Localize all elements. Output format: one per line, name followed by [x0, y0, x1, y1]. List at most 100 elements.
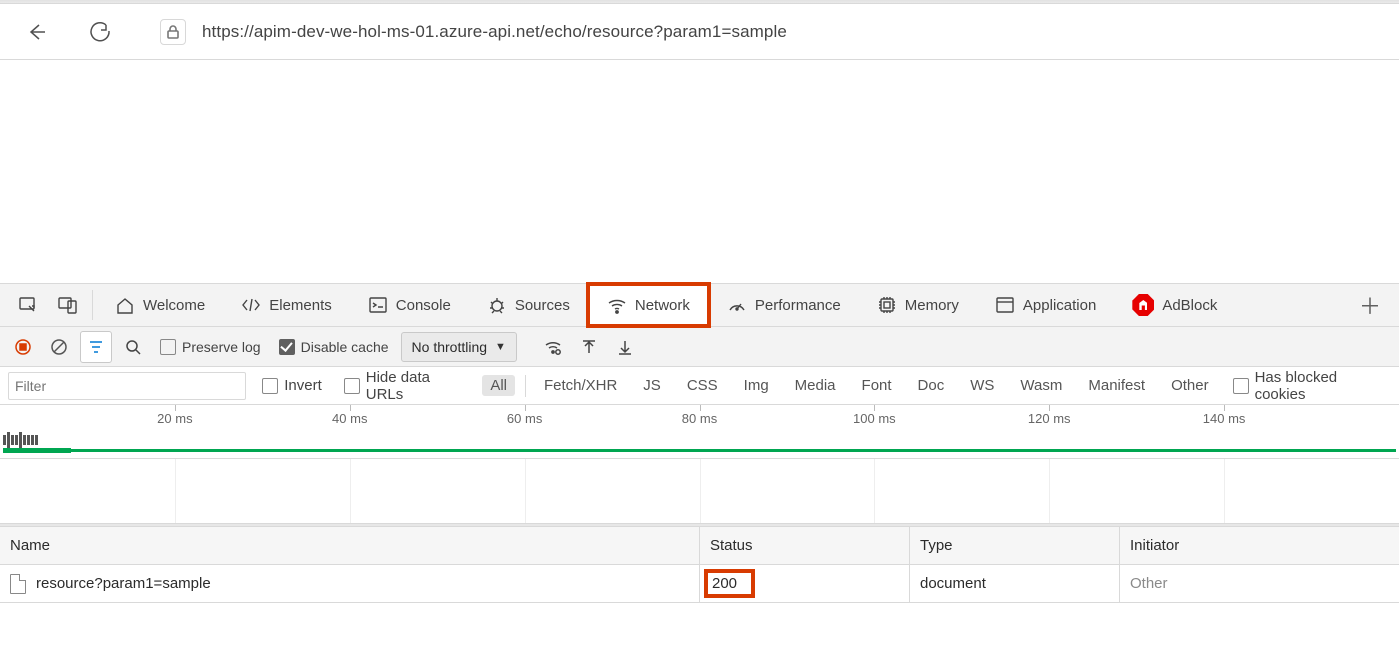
tick-label: 100 ms [853, 411, 896, 426]
search-button[interactable] [118, 331, 148, 363]
status-value: 200 [704, 569, 755, 598]
preserve-log-checkbox[interactable]: Preserve log [154, 331, 267, 363]
col-header-name[interactable]: Name [0, 527, 700, 564]
download-har-button[interactable] [610, 331, 640, 363]
url-text: https://apim-dev-we-hol-ms-01.azure-api.… [202, 22, 787, 42]
checkbox-icon [1233, 378, 1249, 394]
refresh-icon [89, 21, 111, 43]
filter-type-fetchxhr[interactable]: Fetch/XHR [536, 375, 625, 396]
tab-label: Memory [905, 297, 959, 314]
address-bar[interactable]: https://apim-dev-we-hol-ms-01.azure-api.… [146, 12, 1381, 52]
wifi-gear-icon [544, 338, 562, 356]
filter-type-manifest[interactable]: Manifest [1080, 375, 1153, 396]
tick-label: 40 ms [332, 411, 367, 426]
checkbox-label: Hide data URLs [366, 369, 467, 403]
checkbox-label: Invert [284, 377, 322, 394]
separator [92, 290, 93, 320]
search-icon [124, 338, 142, 356]
col-header-type[interactable]: Type [910, 527, 1120, 564]
filter-type-doc[interactable]: Doc [910, 375, 953, 396]
filter-type-js[interactable]: JS [635, 375, 669, 396]
cell-initiator: Other [1120, 565, 1399, 602]
clear-button[interactable] [44, 331, 74, 363]
invert-checkbox[interactable]: Invert [256, 370, 328, 402]
requests-table: Name Status Type Initiator resource?para… [0, 527, 1399, 603]
filter-type-font[interactable]: Font [854, 375, 900, 396]
filter-type-ws[interactable]: WS [962, 375, 1002, 396]
type-value: document [920, 575, 986, 592]
console-icon [368, 295, 388, 315]
tab-welcome[interactable]: Welcome [97, 284, 223, 326]
tab-label: Console [396, 297, 451, 314]
tab-sources[interactable]: Sources [469, 284, 588, 326]
col-header-initiator[interactable]: Initiator [1120, 527, 1399, 564]
filter-input[interactable] [8, 372, 246, 400]
home-icon [115, 295, 135, 315]
network-toolbar: Preserve log Disable cache No throttling… [0, 327, 1399, 367]
tab-memory[interactable]: Memory [859, 284, 977, 326]
clear-icon [50, 338, 68, 356]
tab-console[interactable]: Console [350, 284, 469, 326]
arrow-up-icon [580, 338, 598, 356]
refresh-button[interactable] [82, 14, 118, 50]
more-tabs-button[interactable]: ＋ [1349, 284, 1391, 326]
tick-label: 120 ms [1028, 411, 1071, 426]
checkbox-icon [262, 378, 278, 394]
document-icon [10, 574, 26, 594]
tab-label: Welcome [143, 297, 205, 314]
devices-icon [58, 295, 78, 315]
gauge-icon [727, 295, 747, 315]
checkbox-label: Disable cache [301, 339, 389, 355]
device-toggle-button[interactable] [48, 284, 88, 326]
filter-type-css[interactable]: CSS [679, 375, 726, 396]
throttling-label: No throttling [412, 339, 487, 355]
timeline-activity [3, 435, 39, 445]
tab-label: Sources [515, 297, 570, 314]
tab-performance[interactable]: Performance [709, 284, 859, 326]
filter-toggle-button[interactable] [80, 331, 112, 363]
code-icon [241, 295, 261, 315]
tick-label: 140 ms [1203, 411, 1246, 426]
filter-type-media[interactable]: Media [787, 375, 844, 396]
adblock-icon [1132, 294, 1154, 316]
chip-icon [877, 295, 897, 315]
back-button[interactable] [18, 14, 54, 50]
tab-network[interactable]: Network [588, 284, 709, 326]
record-button[interactable] [8, 331, 38, 363]
filter-type-wasm[interactable]: Wasm [1012, 375, 1070, 396]
table-row[interactable]: resource?param1=sample 200 document Othe… [0, 565, 1399, 603]
filter-type-all[interactable]: All [482, 375, 515, 396]
tab-label: Application [1023, 297, 1096, 314]
tab-elements[interactable]: Elements [223, 284, 350, 326]
disable-cache-checkbox[interactable]: Disable cache [273, 331, 395, 363]
filter-icon [87, 338, 105, 356]
network-filters-bar: Invert Hide data URLs All Fetch/XHR JS C… [0, 367, 1399, 405]
tab-application[interactable]: Application [977, 284, 1114, 326]
cell-name: resource?param1=sample [0, 565, 700, 602]
checkbox-icon [344, 378, 360, 394]
upload-har-button[interactable] [574, 331, 604, 363]
devtools-tab-bar: Welcome Elements Console Sources Network… [0, 283, 1399, 327]
timeline-body [0, 431, 1399, 459]
tab-label: AdBlock [1162, 297, 1217, 314]
record-icon [14, 338, 32, 356]
window-icon [995, 295, 1015, 315]
tab-adblock[interactable]: AdBlock [1114, 284, 1235, 326]
filter-type-other[interactable]: Other [1163, 375, 1217, 396]
tab-label: Performance [755, 297, 841, 314]
tick-label: 80 ms [682, 411, 717, 426]
has-blocked-cookies-checkbox[interactable]: Has blocked cookies [1227, 370, 1391, 402]
filter-type-img[interactable]: Img [736, 375, 777, 396]
request-name: resource?param1=sample [36, 575, 211, 592]
wifi-icon [607, 295, 627, 315]
separator [525, 375, 526, 397]
col-header-status[interactable]: Status [700, 527, 910, 564]
network-conditions-button[interactable] [538, 331, 568, 363]
inspect-element-button[interactable] [8, 284, 48, 326]
throttling-select[interactable]: No throttling ▼ [401, 332, 517, 362]
site-info-button[interactable] [160, 19, 186, 45]
checkbox-label: Has blocked cookies [1255, 369, 1385, 403]
network-timeline[interactable]: 20 ms 40 ms 60 ms 80 ms 100 ms 120 ms 14… [0, 405, 1399, 459]
caret-down-icon: ▼ [495, 341, 506, 353]
hide-data-urls-checkbox[interactable]: Hide data URLs [338, 370, 473, 402]
